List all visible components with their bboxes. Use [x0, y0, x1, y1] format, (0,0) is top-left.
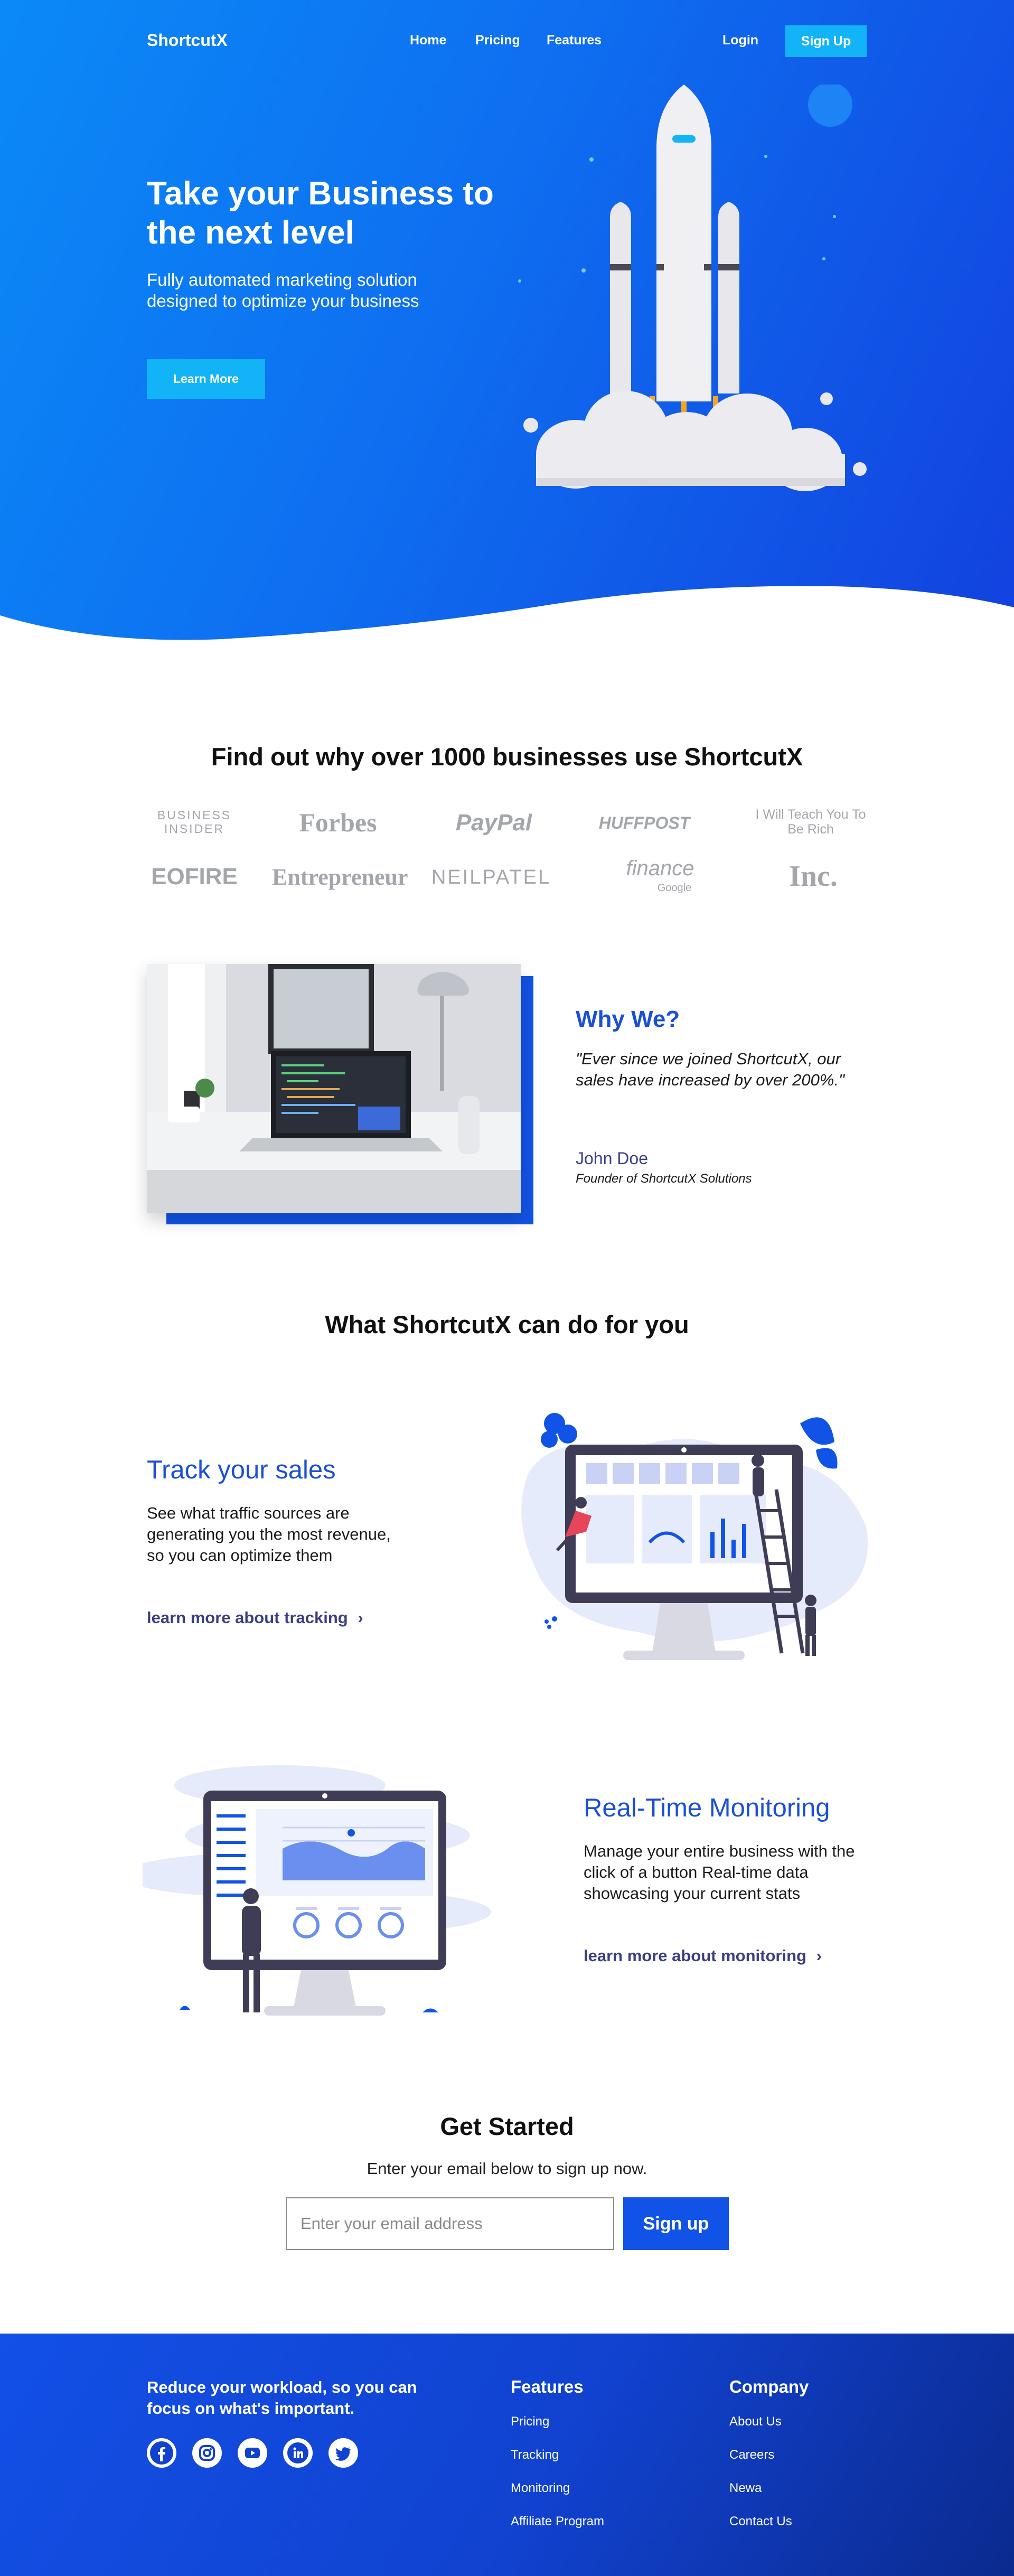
- footer-link-news[interactable]: Newa: [729, 2481, 762, 2496]
- press-heading: Find out why over 1000 businesses use Sh…: [211, 743, 803, 771]
- footer-link-affiliate[interactable]: Affiliate Program: [511, 2514, 604, 2529]
- brand-logo-huffpost: HUFFPOST: [598, 813, 690, 832]
- chevron-right-icon: ›: [358, 1608, 363, 1627]
- feature-text-monitoring: Manage your entire business with the cli…: [584, 1842, 855, 1903]
- feature-link-tracking[interactable]: learn more about tracking ›: [147, 1608, 363, 1627]
- brand-logo-iwillteachyou: I Will Teach You To Be Rich: [755, 807, 866, 837]
- feature-link-monitoring-label: learn more about monitoring: [584, 1946, 806, 1965]
- features-heading: What ShortcutX can do for you: [325, 1310, 689, 1338]
- rocket-illustration: [518, 85, 867, 491]
- chevron-right-icon: ›: [816, 1946, 822, 1965]
- hero-wave: [0, 586, 1014, 650]
- twitter-icon[interactable]: [328, 2438, 358, 2468]
- footer-tagline: Reduce your workload, so you can focus o…: [147, 2378, 417, 2418]
- learn-more-button[interactable]: Learn More: [147, 359, 265, 399]
- nav-link-pricing[interactable]: Pricing: [475, 33, 520, 48]
- monitoring-illustration: [143, 1765, 491, 2016]
- top-nav: ShortcutX Home Pricing Features Login Si…: [0, 0, 1014, 85]
- tracking-illustration: [521, 1413, 868, 1660]
- footer-link-monitoring[interactable]: Monitoring: [511, 2481, 570, 2496]
- brand-logo-entrepreneur: Entrepreneur: [272, 864, 408, 890]
- brand-logo-business-insider: BUSINESS INSIDER: [157, 808, 232, 836]
- nav-signup-button[interactable]: Sign Up: [785, 25, 867, 57]
- get-started-subtitle: Enter your email below to sign up now.: [367, 2159, 647, 2178]
- get-started-title: Get Started: [440, 2112, 574, 2140]
- brand-logo-inc: Inc.: [789, 860, 838, 893]
- instagram-icon[interactable]: [192, 2438, 222, 2468]
- signup-submit-button[interactable]: Sign up: [623, 2197, 729, 2250]
- nav-login-link[interactable]: Login: [722, 33, 758, 48]
- feature-link-tracking-label: learn more about tracking: [147, 1608, 348, 1627]
- linkedin-icon[interactable]: [283, 2438, 313, 2468]
- nav-link-features[interactable]: Features: [547, 33, 602, 48]
- logo[interactable]: ShortcutX: [147, 31, 228, 50]
- footer-col-title-features: Features: [511, 2377, 584, 2396]
- brand-logo-paypal: PayPal: [455, 810, 532, 836]
- testimonial-role: Founder of ShortcutX Solutions: [576, 1172, 752, 1186]
- footer-link-about[interactable]: About Us: [729, 2414, 782, 2429]
- feature-title-tracking: Track your sales: [147, 1456, 336, 1484]
- hero-title: Take your Business to the next level: [147, 175, 494, 251]
- feature-text-tracking: See what traffic sources are generating …: [147, 1504, 391, 1565]
- nav-link-home[interactable]: Home: [410, 33, 446, 48]
- brand-logo-eofire: EOFIRE: [151, 864, 238, 889]
- testimonial-quote: "Ever since we joined ShortcutX, our sal…: [576, 1050, 845, 1089]
- footer: Reduce your workload, so you can focus o…: [0, 2334, 1014, 2576]
- brand-logo-finance: finance: [626, 857, 694, 880]
- workspace-photo: [147, 964, 521, 1213]
- footer-link-pricing[interactable]: Pricing: [511, 2414, 549, 2429]
- footer-col-title-company: Company: [729, 2377, 809, 2396]
- why-title: Why We?: [576, 1006, 680, 1032]
- feature-title-monitoring: Real-Time Monitoring: [584, 1794, 830, 1822]
- youtube-icon[interactable]: [238, 2438, 267, 2468]
- brand-logo-finance-google: Google: [657, 882, 692, 894]
- footer-link-contact[interactable]: Contact Us: [729, 2514, 792, 2529]
- facebook-icon[interactable]: [147, 2438, 176, 2468]
- brand-logo-forbes: Forbes: [299, 808, 377, 837]
- footer-link-careers[interactable]: Careers: [729, 2448, 774, 2462]
- testimonial-name: John Doe: [576, 1149, 648, 1168]
- email-input[interactable]: [286, 2197, 614, 2250]
- hero-section: ShortcutX Home Pricing Features Login Si…: [0, 0, 1014, 650]
- feature-link-monitoring[interactable]: learn more about monitoring ›: [584, 1946, 822, 1965]
- footer-link-tracking[interactable]: Tracking: [511, 2448, 559, 2462]
- brand-logo-neilpatel: NEILPATEL: [431, 866, 551, 888]
- hero-subtitle: Fully automated marketing solution desig…: [147, 270, 419, 311]
